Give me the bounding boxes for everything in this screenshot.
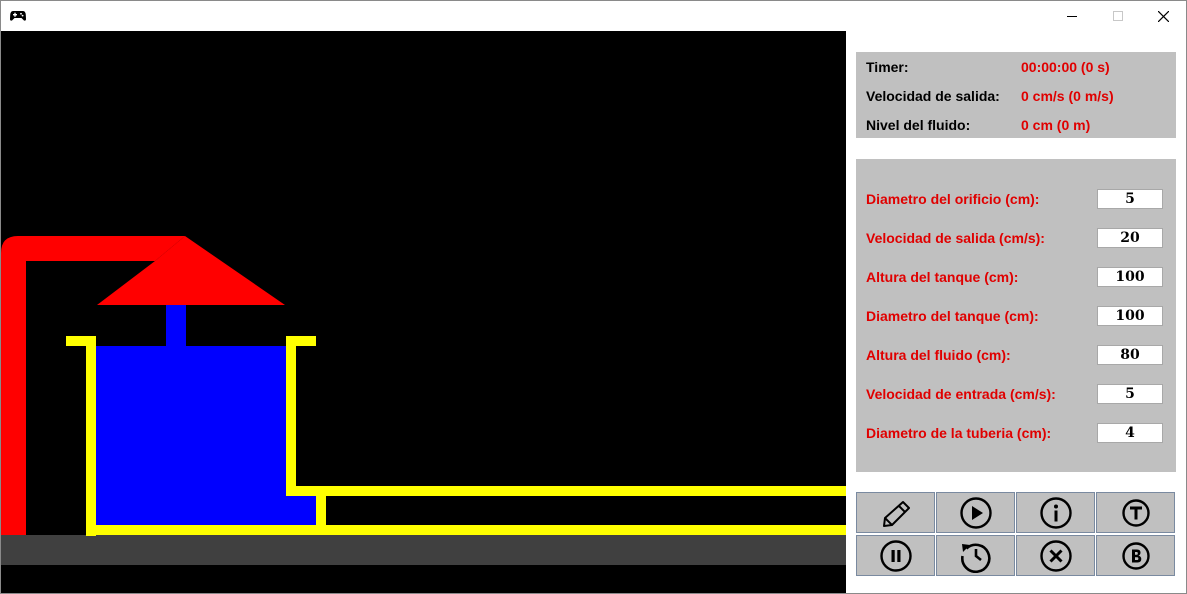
fluid-height-input[interactable] (1097, 345, 1163, 365)
minimize-icon (1067, 16, 1077, 17)
param-label: Diametro del tanque (cm): (866, 308, 1039, 324)
param-label: Altura del tanque (cm): (866, 269, 1019, 285)
param-tank-height: Altura del tanque (cm): (866, 267, 1166, 289)
tank-diameter-input[interactable] (1097, 306, 1163, 326)
pause-button[interactable] (856, 535, 935, 576)
info-icon (1039, 496, 1072, 529)
tank-height-input[interactable] (1097, 267, 1163, 287)
param-inlet-velocity: Velocidad de entrada (cm/s): (866, 384, 1166, 406)
toolbar-grid (856, 492, 1176, 576)
valve-stem (166, 305, 186, 346)
param-pipe-diameter: Diametro de la tuberia (cm): (866, 423, 1166, 445)
param-label: Diametro del orificio (cm): (866, 191, 1040, 207)
edit-button[interactable] (856, 492, 935, 533)
param-label: Velocidad de salida (cm/s): (866, 230, 1045, 246)
app-window: Timer: 00:00:00 (0 s) Velocidad de salid… (0, 0, 1187, 594)
pipe-diameter-input[interactable] (1097, 423, 1163, 443)
ground (1, 535, 846, 565)
close-icon (1157, 10, 1169, 22)
info-button[interactable] (1016, 492, 1095, 533)
play-button[interactable] (936, 492, 1015, 533)
outlet-fluid (286, 495, 316, 525)
history-button[interactable] (936, 535, 1015, 576)
t-button[interactable] (1096, 492, 1175, 533)
title-bar[interactable] (1, 1, 1186, 31)
inlet-velocity-input[interactable] (1097, 384, 1163, 404)
timer-value: 00:00:00 (0 s) (1021, 59, 1110, 75)
timer-label: Timer: (866, 59, 909, 75)
status-box: Timer: 00:00:00 (0 s) Velocidad de salid… (856, 52, 1176, 138)
param-label: Diametro de la tuberia (cm): (866, 425, 1052, 441)
velocity-value: 0 cm/s (0 m/s) (1021, 88, 1114, 104)
history-icon (960, 543, 991, 573)
param-label: Altura del fluido (cm): (866, 347, 1011, 363)
b-button[interactable] (1096, 535, 1175, 576)
maximize-button[interactable] (1095, 1, 1141, 31)
maximize-icon (1113, 11, 1123, 21)
orifice-diameter-input[interactable] (1097, 189, 1163, 209)
simulation-canvas (1, 31, 846, 593)
b-circle-icon (1121, 541, 1150, 570)
param-label: Velocidad de entrada (cm/s): (866, 386, 1056, 402)
close-button[interactable] (1140, 1, 1186, 31)
cancel-icon (1039, 539, 1072, 572)
play-icon (959, 496, 992, 529)
velocity-label: Velocidad de salida: (866, 88, 1000, 104)
control-panel: Timer: 00:00:00 (0 s) Velocidad de salid… (846, 31, 1186, 593)
tank-fluid (96, 346, 286, 525)
minimize-button[interactable] (1049, 1, 1095, 31)
parameters-box: Diametro del orificio (cm): Velocidad de… (856, 159, 1176, 472)
level-label: Nivel del fluido: (866, 117, 971, 133)
gamepad-icon (10, 11, 26, 21)
param-orifice-diameter: Diametro del orificio (cm): (866, 189, 1166, 211)
pencil-icon (882, 500, 910, 527)
param-fluid-height: Altura del fluido (cm): (866, 345, 1166, 367)
outlet-velocity-input[interactable] (1097, 228, 1163, 248)
t-circle-icon (1121, 498, 1150, 527)
param-tank-diameter: Diametro del tanque (cm): (866, 306, 1166, 328)
level-value: 0 cm (0 m) (1021, 117, 1091, 133)
cancel-button[interactable] (1016, 535, 1095, 576)
param-outlet-velocity: Velocidad de salida (cm/s): (866, 228, 1166, 250)
pause-icon (879, 539, 912, 572)
